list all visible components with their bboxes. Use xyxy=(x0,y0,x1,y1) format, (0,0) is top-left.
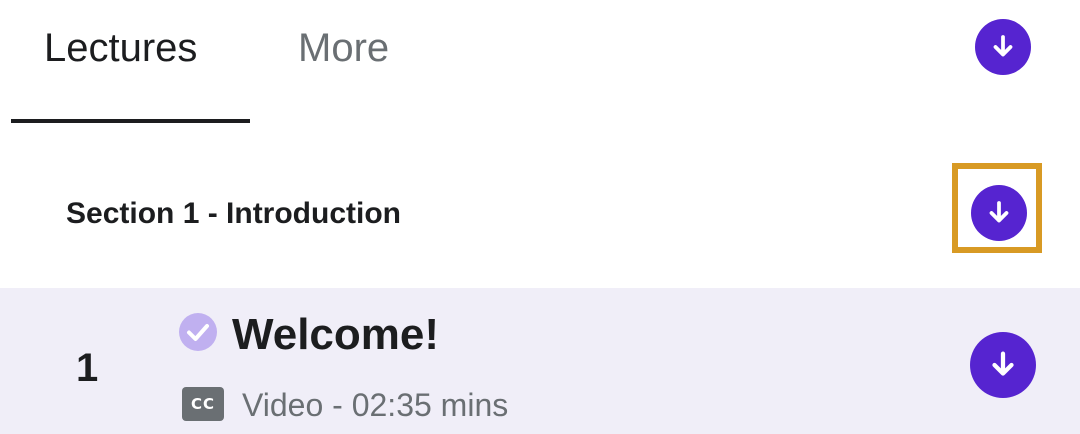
download-lecture-button[interactable] xyxy=(970,332,1036,398)
tab-more[interactable]: More xyxy=(298,22,389,74)
lecture-title[interactable]: Welcome! xyxy=(232,309,439,361)
download-arrow-icon xyxy=(992,351,1014,376)
check-circle-icon xyxy=(179,313,217,351)
active-tab-indicator xyxy=(11,119,250,123)
download-arrow-icon xyxy=(993,35,1013,57)
download-section-button[interactable] xyxy=(971,185,1027,241)
download-all-button[interactable] xyxy=(975,19,1031,75)
lecture-meta: Video - 02:35 mins xyxy=(242,387,509,423)
tab-lectures[interactable]: Lectures xyxy=(44,22,197,74)
closed-captions-icon: CC xyxy=(182,387,224,421)
download-arrow-icon xyxy=(989,201,1009,223)
section-title: Section 1 - Introduction xyxy=(66,197,401,230)
course-content-screen: Lectures More Section 1 - Introduction 1… xyxy=(0,0,1080,434)
lecture-row[interactable] xyxy=(0,288,1080,434)
lecture-number: 1 xyxy=(76,346,99,390)
